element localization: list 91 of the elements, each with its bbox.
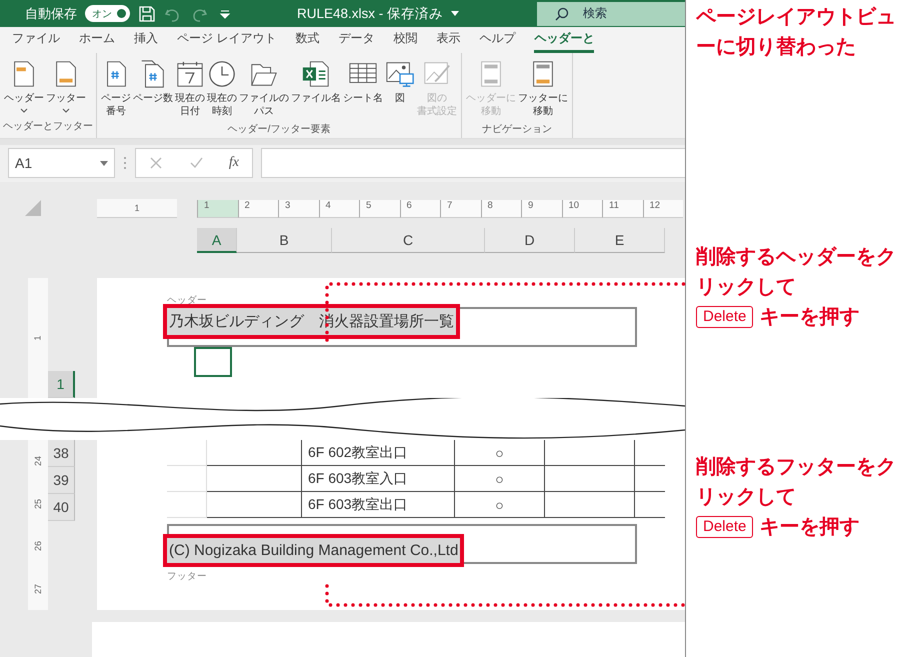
group-label: ナビゲーション	[481, 122, 553, 137]
formula-input[interactable]	[261, 148, 685, 178]
ribbon-button[interactable]: シート名	[342, 56, 384, 120]
key-label: Delete	[696, 516, 754, 538]
key-label: Delete	[696, 306, 754, 328]
ruler-number: 6	[400, 200, 440, 218]
ruler-number: 24	[33, 456, 43, 466]
ruler-number: 10	[562, 200, 602, 218]
table-cell	[167, 492, 207, 518]
table-cell: ○	[455, 466, 545, 492]
table-cell: 6F 603教室入口	[302, 466, 455, 492]
table-cell: ○	[455, 440, 545, 466]
table-cell	[167, 466, 207, 492]
save-icon[interactable]	[138, 4, 156, 23]
table-cell	[167, 440, 207, 466]
ruler-number: 8	[480, 200, 521, 218]
ribbon-button[interactable]: 現在の 時刻	[206, 56, 238, 120]
ribbon-tab[interactable]: ホーム	[79, 27, 115, 53]
ribbon-tab[interactable]: 校閲	[393, 27, 418, 53]
ruler-number: 1	[33, 336, 43, 340]
autosave-toggle[interactable]: オン	[85, 5, 130, 22]
ribbon-button[interactable]: フッターに 移動	[517, 56, 569, 120]
ribbon-button[interactable]: ページ 番号	[100, 56, 132, 120]
ruler-number: 9	[521, 200, 562, 218]
spreadsheet-file-icon	[301, 58, 331, 89]
search-field[interactable]: 検索	[537, 2, 685, 26]
ruler-number: 12	[642, 200, 683, 218]
clock-icon	[207, 58, 237, 89]
caret-icon	[62, 108, 70, 114]
ribbon-tab[interactable]: 表示	[436, 27, 460, 53]
ribbon-button[interactable]: 図	[384, 56, 416, 120]
column-header[interactable]: B	[237, 228, 332, 253]
select-all-icon[interactable]	[25, 200, 41, 216]
name-box[interactable]: A1	[8, 148, 115, 178]
footer-caption: フッター	[167, 570, 208, 583]
search-placeholder: 検索	[583, 5, 607, 22]
table-cell: ○	[455, 492, 545, 518]
ribbon-button[interactable]: ヘッダー	[3, 56, 45, 117]
callout-text: キーを押す	[759, 515, 860, 540]
callout-text: ページレイアウトビューに切り替わった	[696, 5, 897, 60]
row-header[interactable]: 40	[48, 494, 75, 521]
footer-text[interactable]: (C) Nogizaka Building Management Co.,Ltd	[163, 534, 464, 567]
check-icon[interactable]	[188, 156, 203, 170]
ruler-number: 11	[602, 200, 642, 218]
row-header[interactable]: 38	[48, 440, 75, 467]
cell-reference: A1	[15, 155, 32, 172]
column-header[interactable]: C	[332, 228, 485, 253]
search-icon	[555, 6, 569, 21]
cancel-icon[interactable]	[148, 156, 163, 170]
header-caption: ヘッダー	[167, 294, 208, 307]
ribbon-tab[interactable]: ヘルプ	[479, 27, 516, 53]
ruler-number: 26	[33, 541, 43, 552]
table-cell: 6F 603教室出口	[302, 492, 455, 518]
insert-function-button[interactable]: fx	[228, 155, 239, 172]
caret-icon	[100, 160, 108, 166]
row-header[interactable]: 39	[48, 467, 75, 494]
column-header[interactable]: E	[575, 228, 665, 253]
ribbon-button[interactable]: ファイル名	[290, 56, 342, 120]
table-cell: 6F 602教室出口	[302, 440, 455, 466]
callout-text: 削除するフッターをクリックして	[696, 455, 897, 510]
ribbon-button[interactable]: フッター	[45, 56, 87, 117]
ribbon-tab[interactable]: 数式	[295, 27, 320, 53]
callout-text: キーを押す	[759, 305, 860, 330]
row-header[interactable]: 1	[48, 371, 75, 398]
ribbon-tab[interactable]: ファイル	[12, 27, 60, 53]
ribbon-button[interactable]: 現在の 日付	[174, 56, 206, 120]
ribbon-tab[interactable]: ページ レイアウト	[177, 27, 276, 53]
ruler-number: 7	[440, 200, 480, 218]
active-cell[interactable]	[194, 347, 232, 377]
ruler-number: 5	[359, 200, 400, 218]
ruler-number: 2	[238, 200, 278, 218]
ribbon-button[interactable]: ファイルの パス	[238, 56, 290, 120]
ribbon-button[interactable]: ページ数	[132, 56, 174, 120]
ruler-number: 25	[33, 498, 43, 509]
window-title: RULE48.xlsx - 保存済み	[297, 4, 444, 23]
ribbon-tab[interactable]: 挿入	[134, 27, 158, 53]
ruler-number: 4	[318, 200, 359, 218]
grip-icon	[123, 156, 127, 170]
ruler-number: 1	[197, 200, 238, 218]
callout-text: 削除するヘッダーをクリックして	[696, 245, 897, 300]
group-label: ヘッダー/フッター要素	[226, 122, 332, 137]
column-header[interactable]: A	[197, 228, 237, 253]
ruler-number: 1	[97, 199, 177, 218]
autosave-label: 自動保存	[25, 4, 77, 23]
ruler-number: 3	[278, 200, 318, 218]
column-header[interactable]: D	[485, 228, 575, 253]
ribbon-tab[interactable]: データ	[338, 27, 374, 53]
caret-icon[interactable]	[451, 10, 460, 17]
caret-icon	[20, 108, 28, 114]
group-label: ヘッダーとフッター	[3, 120, 93, 134]
ruler-number: 27	[33, 584, 43, 594]
